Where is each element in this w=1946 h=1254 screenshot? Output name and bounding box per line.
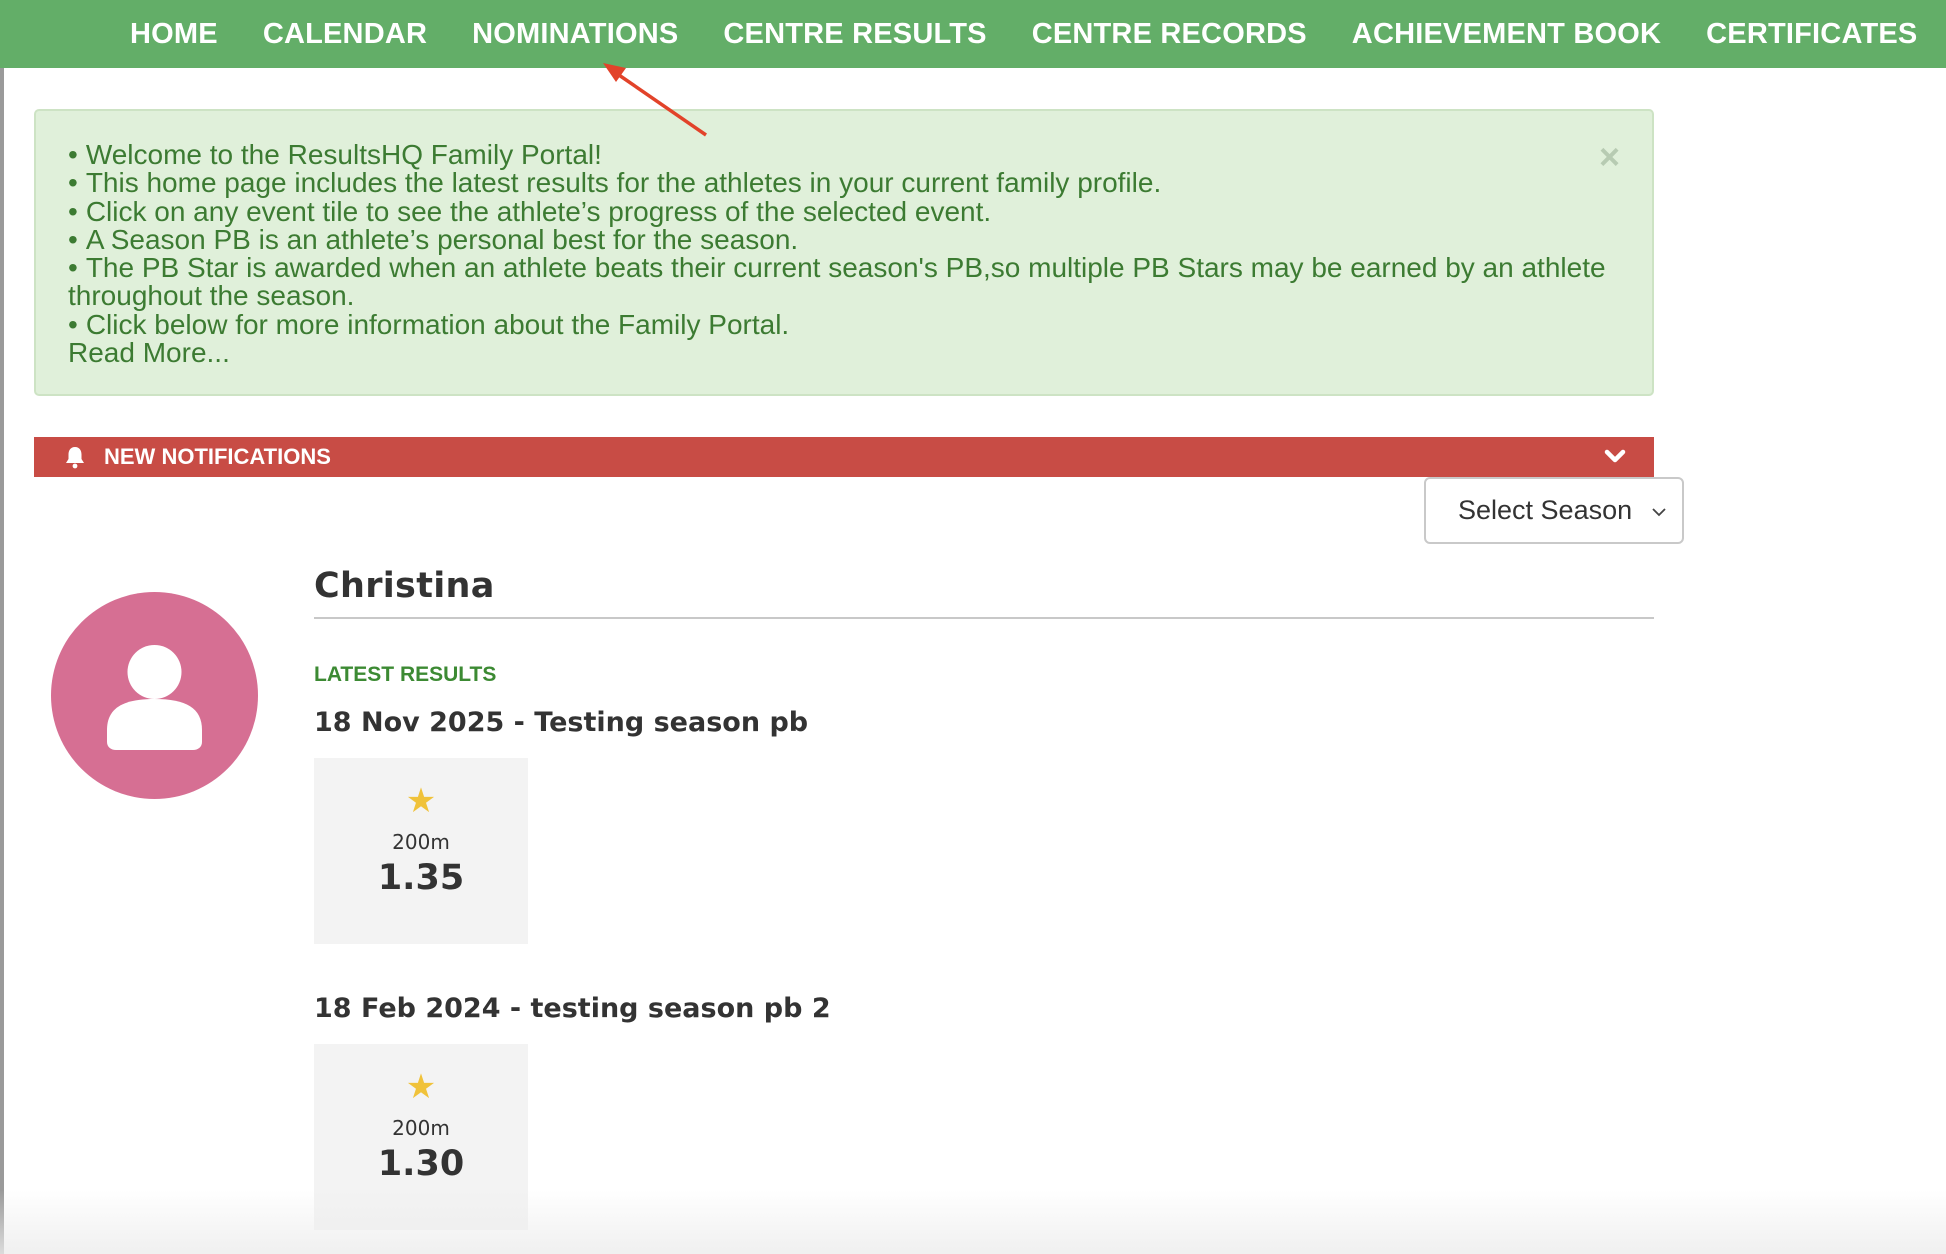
welcome-bullet: A Season PB is an athlete’s personal bes… xyxy=(68,225,1622,254)
event-name: 200m xyxy=(392,1116,450,1140)
read-more-link[interactable]: Read More... xyxy=(68,338,1622,367)
nav-home[interactable]: HOME xyxy=(130,18,218,51)
nav-calendar[interactable]: CALENDAR xyxy=(263,18,427,51)
nav-certificates[interactable]: CERTIFICATES xyxy=(1706,18,1917,51)
top-navigation: HOME CALENDAR NOMINATIONS CENTRE RESULTS… xyxy=(0,0,1946,68)
season-select[interactable]: Select Season xyxy=(1424,477,1684,544)
season-select-value: Select Season xyxy=(1458,495,1633,525)
close-icon[interactable]: × xyxy=(1599,139,1620,175)
nav-achievement-book[interactable]: ACHIEVEMENT BOOK xyxy=(1352,18,1661,51)
bottom-fade xyxy=(0,1190,1946,1254)
athlete-name: Christina xyxy=(314,566,495,606)
meet-title: 18 Feb 2024 - testing season pb 2 xyxy=(314,993,831,1024)
nav-centre-records[interactable]: CENTRE RECORDS xyxy=(1032,18,1307,51)
new-notifications-bar[interactable]: NEW NOTIFICATIONS xyxy=(34,437,1654,477)
nav-nominations[interactable]: NOMINATIONS xyxy=(472,18,678,51)
chevron-down-icon[interactable] xyxy=(1602,443,1628,469)
welcome-bullet: Click below for more information about t… xyxy=(68,310,1622,339)
welcome-bullet-list: Welcome to the ResultsHQ Family Portal! … xyxy=(68,140,1622,339)
welcome-bullet: Welcome to the ResultsHQ Family Portal! xyxy=(68,140,1622,169)
meet-title: 18 Nov 2025 - Testing season pb xyxy=(314,707,809,738)
latest-results-label: LATEST RESULTS xyxy=(314,663,497,686)
welcome-bullet: This home page includes the latest resul… xyxy=(68,168,1622,197)
event-name: 200m xyxy=(392,830,450,854)
welcome-bullet: Click on any event tile to see the athle… xyxy=(68,197,1622,226)
chevron-down-icon xyxy=(1652,508,1666,517)
pb-star-icon: ★ xyxy=(405,782,437,820)
pb-star-icon: ★ xyxy=(405,1068,437,1106)
nav-centre-results[interactable]: CENTRE RESULTS xyxy=(723,18,986,51)
event-result-tile[interactable]: ★ 200m 1.30 xyxy=(314,1044,528,1230)
event-result-tile[interactable]: ★ 200m 1.35 xyxy=(314,758,528,944)
welcome-panel: Welcome to the ResultsHQ Family Portal! … xyxy=(34,109,1654,396)
welcome-bullet: The PB Star is awarded when an athlete b… xyxy=(68,254,1622,311)
notifications-label: NEW NOTIFICATIONS xyxy=(104,444,331,469)
divider xyxy=(314,617,1654,619)
result-time: 1.35 xyxy=(377,858,465,898)
family-portal-page: HOME CALENDAR NOMINATIONS CENTRE RESULTS… xyxy=(0,0,1946,1254)
user-icon xyxy=(107,645,202,750)
bell-icon xyxy=(66,447,84,469)
avatar xyxy=(51,592,258,799)
left-edge-rule xyxy=(0,0,4,1254)
result-time: 1.30 xyxy=(377,1144,465,1184)
